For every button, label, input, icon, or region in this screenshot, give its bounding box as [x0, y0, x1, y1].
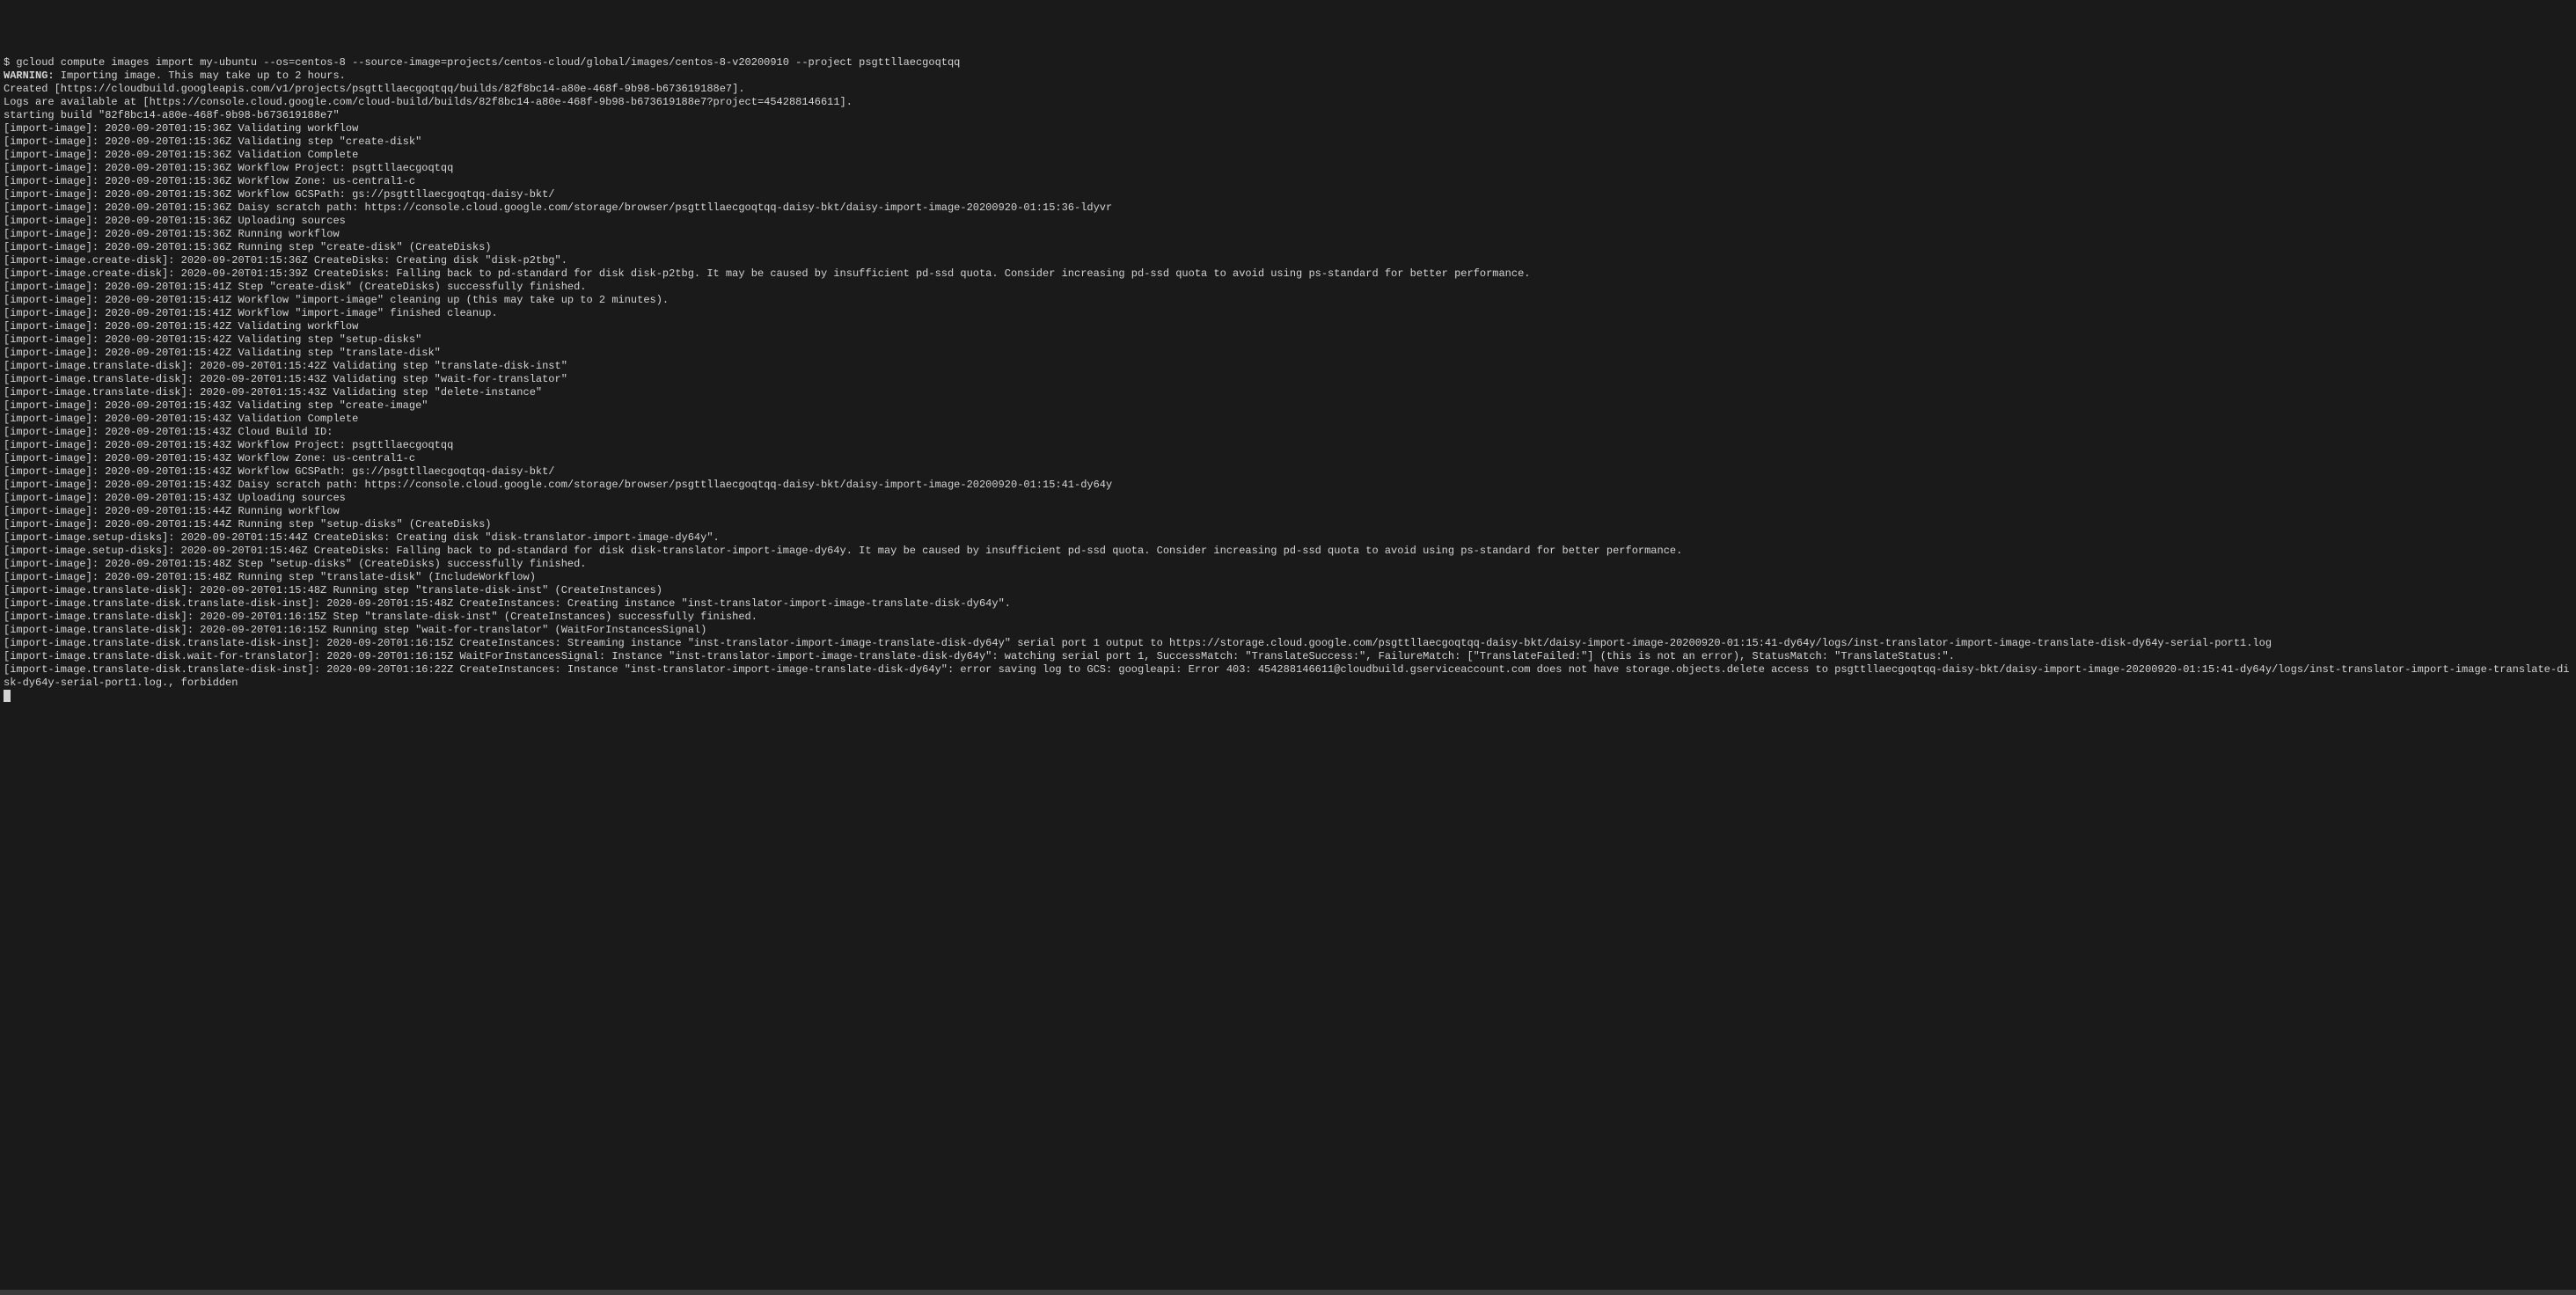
terminal-line: [import-image]: 2020-09-20T01:15:36Z Val… [4, 149, 2572, 162]
terminal-line: [import-image]: 2020-09-20T01:15:36Z Wor… [4, 175, 2572, 188]
terminal-line: Created [https://cloudbuild.googleapis.c… [4, 83, 2572, 96]
terminal-line: [import-image]: 2020-09-20T01:15:44Z Run… [4, 518, 2572, 531]
terminal-line: [import-image.translate-disk]: 2020-09-2… [4, 386, 2572, 399]
terminal-line: [import-image]: 2020-09-20T01:15:36Z Dai… [4, 201, 2572, 215]
terminal-line: [import-image]: 2020-09-20T01:15:43Z Wor… [4, 452, 2572, 465]
terminal-line: [import-image]: 2020-09-20T01:15:36Z Val… [4, 135, 2572, 149]
terminal-line: [import-image]: 2020-09-20T01:15:41Z Wor… [4, 307, 2572, 320]
terminal-line: [import-image]: 2020-09-20T01:15:44Z Run… [4, 505, 2572, 518]
terminal-line: [import-image]: 2020-09-20T01:15:43Z Wor… [4, 465, 2572, 479]
terminal-line: [import-image.translate-disk]: 2020-09-2… [4, 611, 2572, 624]
terminal-line: [import-image]: 2020-09-20T01:15:42Z Val… [4, 333, 2572, 347]
terminal-line: [import-image.create-disk]: 2020-09-20T0… [4, 267, 2572, 281]
terminal-line: [import-image.translate-disk]: 2020-09-2… [4, 360, 2572, 373]
terminal-line: [import-image]: 2020-09-20T01:15:43Z Wor… [4, 439, 2572, 452]
terminal-line: [import-image.translate-disk.translate-d… [4, 637, 2572, 650]
terminal-line: [import-image.translate-disk]: 2020-09-2… [4, 624, 2572, 637]
terminal-line: [import-image.translate-disk.translate-d… [4, 597, 2572, 611]
terminal-line: Logs are available at [https://console.c… [4, 96, 2572, 109]
terminal-line: [import-image]: 2020-09-20T01:15:36Z Run… [4, 228, 2572, 241]
terminal-line: [import-image.translate-disk.wait-for-tr… [4, 650, 2572, 663]
terminal-line: [import-image]: 2020-09-20T01:15:36Z Wor… [4, 162, 2572, 175]
terminal-line: [import-image.translate-disk]: 2020-09-2… [4, 584, 2572, 597]
terminal-line: WARNING: Importing image. This may take … [4, 70, 2572, 83]
output-lines-container: WARNING: Importing image. This may take … [4, 70, 2572, 690]
terminal-line: [import-image]: 2020-09-20T01:15:43Z Dai… [4, 479, 2572, 492]
terminal-line: [import-image]: 2020-09-20T01:15:43Z Val… [4, 399, 2572, 413]
terminal-line: [import-image.translate-disk]: 2020-09-2… [4, 373, 2572, 386]
terminal-line: [import-image.translate-disk.translate-d… [4, 663, 2572, 690]
terminal-line: [import-image]: 2020-09-20T01:15:36Z Val… [4, 122, 2572, 135]
terminal-line: [import-image]: 2020-09-20T01:15:43Z Upl… [4, 492, 2572, 505]
terminal-line: [import-image]: 2020-09-20T01:15:41Z Wor… [4, 294, 2572, 307]
terminal-line: starting build "82f8bc14-a80e-468f-9b98-… [4, 109, 2572, 122]
terminal-line: [import-image]: 2020-09-20T01:15:41Z Ste… [4, 281, 2572, 294]
terminal-line: [import-image]: 2020-09-20T01:15:42Z Val… [4, 320, 2572, 333]
terminal-line: [import-image.create-disk]: 2020-09-20T0… [4, 254, 2572, 267]
terminal-line: [import-image]: 2020-09-20T01:15:48Z Ste… [4, 558, 2572, 571]
terminal-line: [import-image]: 2020-09-20T01:15:48Z Run… [4, 571, 2572, 584]
terminal-line: [import-image]: 2020-09-20T01:15:42Z Val… [4, 347, 2572, 360]
terminal-line: [import-image]: 2020-09-20T01:15:36Z Upl… [4, 215, 2572, 228]
terminal-output[interactable]: $ gcloud compute images import my-ubuntu… [4, 56, 2572, 703]
terminal-line: [import-image]: 2020-09-20T01:15:36Z Wor… [4, 188, 2572, 201]
terminal-line: [import-image]: 2020-09-20T01:15:43Z Clo… [4, 426, 2572, 439]
terminal-line: [import-image.setup-disks]: 2020-09-20T0… [4, 545, 2572, 558]
terminal-line: [import-image]: 2020-09-20T01:15:36Z Run… [4, 241, 2572, 254]
horizontal-scrollbar[interactable] [0, 1290, 2576, 1295]
terminal-line: [import-image]: 2020-09-20T01:15:43Z Val… [4, 413, 2572, 426]
terminal-line: [import-image.setup-disks]: 2020-09-20T0… [4, 531, 2572, 545]
terminal-cursor [4, 690, 11, 702]
command-line: $ gcloud compute images import my-ubuntu… [4, 56, 2572, 70]
